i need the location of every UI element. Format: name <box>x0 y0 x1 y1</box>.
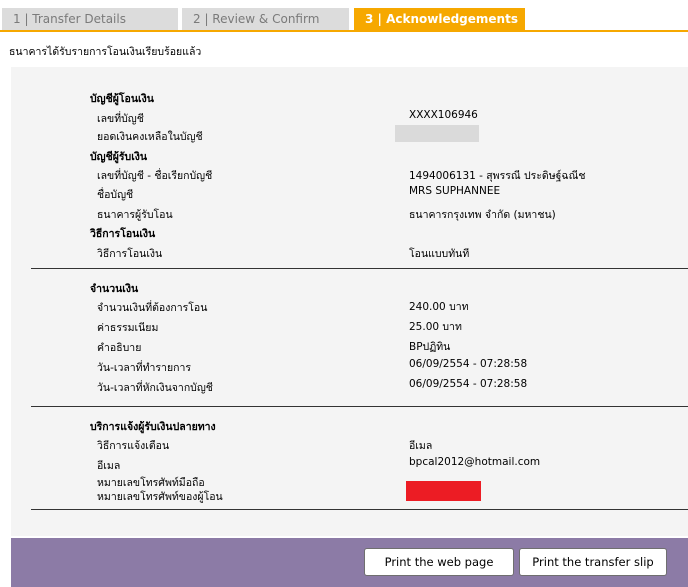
section-divider <box>31 268 688 269</box>
fee-label: ค่าธรรมเนียม <box>97 322 159 334</box>
debit-time-label: วัน-เวลาที่หักเงินจากบัญชี <box>97 382 213 394</box>
section-divider <box>31 509 688 510</box>
amount-value: 240.00 บาท <box>409 301 469 313</box>
from-account-heading: บัญชีผู้โอนเงิน <box>90 93 154 105</box>
amount-label: จำนวนเงินที่ต้องการโอน <box>97 302 208 314</box>
debit-time-value: 06/09/2554 - 07:28:58 <box>409 378 528 390</box>
step-tabs: 1 | Transfer Details 2 | Review & Confir… <box>0 0 688 32</box>
account-name-value: MRS SUPHANNEE <box>409 185 501 197</box>
amount-heading: จำนวนเงิน <box>90 283 139 295</box>
transaction-time-label: วัน-เวลาที่ทำรายการ <box>97 362 191 374</box>
account-name-label: ชื่อบัญชี <box>97 189 134 201</box>
sender-phone-label: หมายเลขโทรศัพท์ของผู้โอน <box>97 491 223 503</box>
email-label: อีเมล <box>97 460 121 472</box>
description-label: คำอธิบาย <box>97 342 142 354</box>
section-divider <box>31 406 688 407</box>
notify-method-value: อีเมล <box>409 440 433 452</box>
transaction-time-value: 06/09/2554 - 07:28:58 <box>409 358 528 370</box>
fee-value: 25.00 บาท <box>409 321 462 333</box>
method-value: โอนแบบทันที <box>409 248 470 260</box>
balance-label: ยอดเงินคงเหลือในบัญชี <box>97 131 203 143</box>
print-transfer-slip-button[interactable]: Print the transfer slip <box>519 548 667 576</box>
description-value: BPปฏิทิน <box>409 341 451 353</box>
balance-redaction <box>395 125 479 142</box>
method-label: วิธีการโอนเงิน <box>97 248 163 260</box>
phone-redaction <box>406 481 481 501</box>
tab-underline <box>0 30 688 32</box>
from-account-value: XXXX106946 <box>409 109 478 121</box>
tab-acknowledgements[interactable]: 3 | Acknowledgements <box>354 8 525 30</box>
notify-heading: บริการแจ้งผู้รับเงินปลายทาง <box>90 421 216 433</box>
print-web-page-button[interactable]: Print the web page <box>364 548 514 576</box>
method-heading: วิธีการโอนเงิน <box>90 228 156 240</box>
receiving-bank-label: ธนาคารผู้รับโอน <box>97 209 173 221</box>
email-value: bpcal2012@hotmail.com <box>409 456 541 468</box>
tab-transfer-details[interactable]: 1 | Transfer Details <box>2 8 178 30</box>
to-account-value: 1494006131 - สุพรรณี ประดิษฐ์ฉณีช <box>409 170 586 182</box>
success-message: ธนาคารได้รับรายการโอนเงินเรียบร้อยแล้ว <box>9 46 202 58</box>
from-account-label: เลขที่บัญชี <box>97 113 144 125</box>
to-account-heading: บัญชีผู้รับเงิน <box>90 151 148 163</box>
receiving-bank-value: ธนาคารกรุงเทพ จำกัด (มหาชน) <box>409 209 556 221</box>
tab-review-confirm[interactable]: 2 | Review & Confirm <box>182 8 349 30</box>
notify-method-label: วิธีการแจ้งเตือน <box>97 440 170 452</box>
to-account-label: เลขที่บัญชี - ชื่อเรียกบัญชี <box>97 170 213 182</box>
